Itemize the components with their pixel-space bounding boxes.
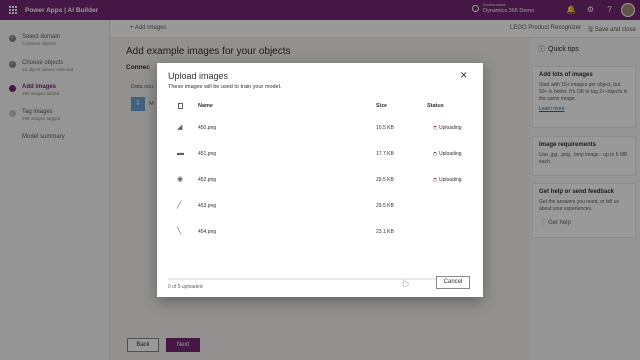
upload-progress-bar	[168, 278, 440, 280]
file-name: 450.png	[198, 125, 217, 131]
file-row: ◉ 452.png 29.5 KB Uploading	[157, 167, 483, 193]
file-name: 451.png	[198, 151, 217, 157]
file-name: 453.png	[198, 203, 217, 209]
wheel-thumbnail-icon: ◉	[177, 176, 184, 183]
column-header-status[interactable]: Status	[427, 103, 444, 109]
file-name: 452.png	[198, 177, 217, 183]
file-size: 10.5 KB	[376, 125, 394, 131]
dialog-subtitle: These images will be used to train your …	[168, 84, 282, 90]
file-size: 29.5 KB	[376, 203, 394, 209]
file-row: ◢ 450.png 10.5 KB Uploading	[157, 115, 483, 141]
file-status: Uploading	[433, 151, 462, 157]
file-status: Uploading	[433, 125, 462, 131]
file-name: 454.png	[198, 229, 217, 235]
file-type-icon	[178, 103, 183, 109]
file-size: 23.1 KB	[376, 229, 394, 235]
column-header-name[interactable]: Name	[198, 103, 213, 109]
dialog-title: Upload images	[168, 71, 229, 81]
file-row: ╲ 454.png 23.1 KB	[157, 219, 483, 245]
spinner-icon	[433, 177, 437, 182]
file-size: 17.7 KB	[376, 151, 394, 157]
file-row: ╱ 453.png 29.5 KB	[157, 193, 483, 219]
column-header-size[interactable]: Size	[376, 103, 387, 109]
file-row: ▬ 451.png 17.7 KB Uploading	[157, 141, 483, 167]
upload-images-dialog: Upload images These images will be used …	[157, 63, 483, 297]
upload-count: 0 of 5 uploaded	[168, 284, 203, 290]
spinner-icon	[433, 125, 437, 130]
rod-thumbnail-icon: ╱	[177, 202, 182, 209]
brick-thumbnail-icon: ◢	[177, 124, 183, 131]
brick-thumbnail-icon: ▬	[177, 150, 184, 157]
close-icon[interactable]: ✕	[460, 71, 468, 80]
file-size: 29.5 KB	[376, 177, 394, 183]
file-status: Uploading	[433, 177, 462, 183]
spinner-icon	[433, 151, 437, 156]
rod-thumbnail-icon: ╲	[177, 228, 182, 235]
cancel-button[interactable]: Cancel	[436, 276, 470, 289]
